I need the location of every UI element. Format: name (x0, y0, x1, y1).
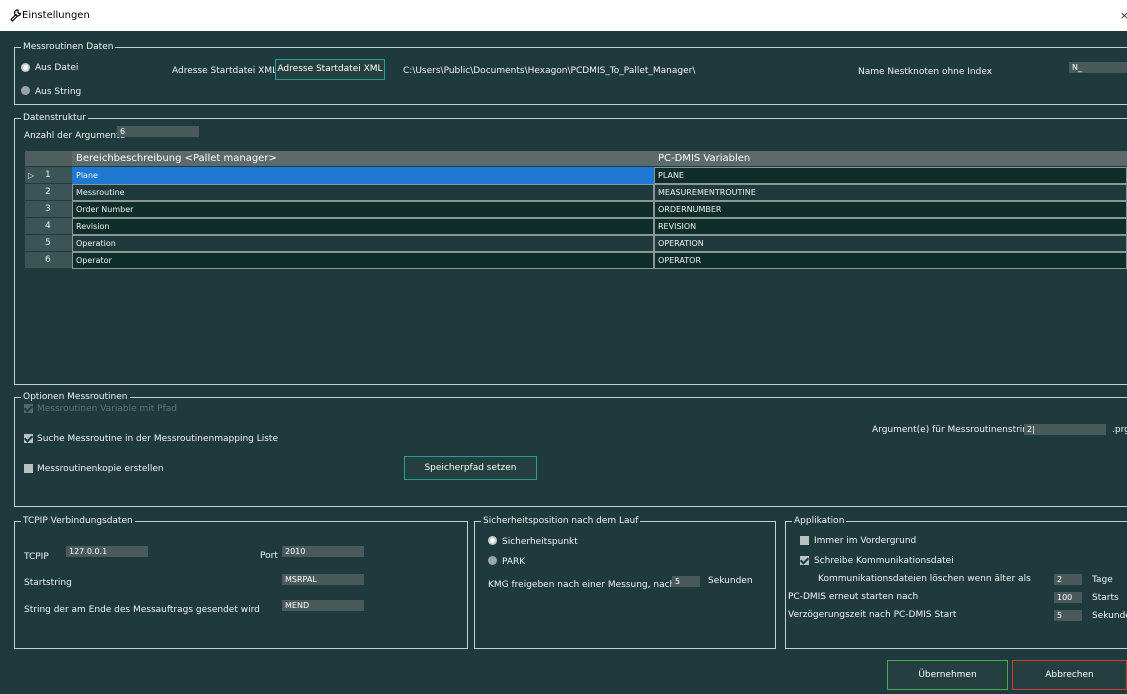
kmg-label: KMG freigeben nach einer Messung, nach (488, 580, 676, 590)
loeschen-unit: Tage (1092, 575, 1113, 585)
group-legend: Datenstruktur (21, 112, 88, 124)
checkbox-vordergrund-label: Immer im Vordergrund (814, 536, 917, 546)
radio-sicherheitspunkt[interactable] (488, 536, 497, 545)
row-header[interactable]: 3 (25, 201, 72, 218)
radio-aus-string-label: Aus String (35, 87, 82, 97)
endstring-label: String der am Ende des Messauftrags gese… (24, 605, 260, 615)
column-header-bereich[interactable]: Bereichbeschreibung <Pallet manager> (72, 151, 654, 166)
cell-desc[interactable]: Order Number (72, 201, 654, 218)
kmg-input[interactable]: 5 (672, 576, 700, 587)
neustart-input[interactable]: 100 (1054, 592, 1082, 603)
argument-input[interactable]: 2| (1024, 424, 1106, 435)
group-legend: TCPIP Verbindungsdaten (21, 515, 135, 527)
tcpip-input[interactable]: 127.0.0.1 (66, 546, 148, 557)
row-pointer-icon: ▷ (28, 171, 35, 180)
table-row[interactable]: 5 Operation OPERATION (25, 235, 1127, 252)
port-label: Port (260, 551, 278, 561)
table-row[interactable]: 2 Messroutine MEASUREMENTROUTINE (25, 184, 1127, 201)
verzoegerung-unit: Sekunden (1092, 611, 1127, 621)
row-header[interactable]: 5 (25, 235, 72, 252)
anzahl-label: Anzahl der Argumente (24, 131, 126, 141)
abbrechen-button[interactable]: Abbrechen (1012, 660, 1127, 690)
cell-desc[interactable]: Plane (72, 167, 654, 184)
verzoegerung-label: Verzögerungszeit nach PC-DMIS Start (788, 610, 957, 620)
checkbox-suche-mapping[interactable] (24, 434, 33, 443)
startstring-label: Startstring (24, 578, 72, 588)
group-legend: Messroutinen Daten (21, 41, 116, 53)
radio-sicherheitspunkt-label: Sicherheitspunkt (502, 537, 578, 547)
group-legend: Sicherheitsposition nach dem Lauf (481, 515, 641, 527)
window-title: Einstellungen (22, 10, 90, 21)
row-header[interactable]: 6 (25, 252, 72, 269)
cell-var[interactable]: OPERATOR (654, 252, 1127, 269)
cell-desc[interactable]: Operation (72, 235, 654, 252)
path-text: C:\Users\Public\Documents\Hexagon\PCDMIS… (403, 66, 696, 76)
table-row[interactable]: 3 Order Number ORDERNUMBER (25, 201, 1127, 218)
startstring-input[interactable]: MSRPAL (282, 574, 364, 585)
cell-var[interactable]: MEASUREMENTROUTINE (654, 184, 1127, 201)
radio-aus-datei-label: Aus Datei (35, 63, 79, 73)
radio-park-label: PARK (502, 557, 526, 567)
checkbox-kopie-label: Messroutinenkopie erstellen (37, 464, 164, 474)
table-row[interactable]: 6 Operator OPERATOR (25, 252, 1127, 269)
checkbox-kopie[interactable] (24, 464, 33, 473)
title-bar: Einstellungen × (0, 0, 1127, 31)
kmg-unit: Sekunden (708, 576, 753, 586)
loeschen-label: Kommunikationsdateien löschen wenn älter… (818, 574, 1031, 584)
checkbox-suche-mapping-label: Suche Messroutine in der Messroutinenmap… (37, 434, 278, 444)
cell-desc[interactable]: Operator (72, 252, 654, 269)
cell-desc[interactable]: Revision (72, 218, 654, 235)
optionen-group: Optionen Messroutinen (14, 391, 1127, 507)
table-row[interactable]: 4 Revision REVISION (25, 218, 1127, 235)
cell-var[interactable]: PLANE (654, 167, 1127, 184)
wrench-icon (10, 9, 22, 22)
argument-table: Bereichbeschreibung <Pallet manager> PC-… (25, 151, 1127, 272)
table-row[interactable]: ▷ 1 Plane PLANE (25, 167, 1127, 184)
checkbox-kommunikationsdatei[interactable] (800, 556, 809, 565)
checkbox-vordergrund[interactable] (800, 536, 809, 545)
verzoegerung-input[interactable]: 5 (1054, 610, 1082, 621)
row-header[interactable]: 4 (25, 218, 72, 235)
close-icon[interactable]: × (1120, 9, 1127, 22)
row-header[interactable]: ▷ 1 (25, 167, 72, 184)
group-legend: Optionen Messroutinen (21, 391, 130, 403)
group-legend: Applikation (792, 515, 847, 527)
prg-extension: .prg (1112, 425, 1127, 435)
adresse-startdatei-button[interactable]: Adresse Startdatei XML (275, 59, 385, 80)
tcpip-label: TCPIP (24, 552, 49, 562)
radio-park[interactable] (488, 556, 497, 565)
cell-var[interactable]: OPERATION (654, 235, 1127, 252)
neustart-unit: Starts (1092, 593, 1119, 603)
endstring-input[interactable]: MEND (282, 600, 364, 611)
table-corner (25, 151, 72, 166)
checkbox-variable-mit-pfad[interactable] (24, 404, 33, 413)
tcpip-group: TCPIP Verbindungsdaten (14, 515, 468, 649)
nestknoten-input[interactable]: N_ (1069, 62, 1127, 73)
checkbox-variable-mit-pfad-label: Messroutinen Variable mit Pfad (37, 404, 178, 414)
cell-var[interactable]: ORDERNUMBER (654, 201, 1127, 218)
uebernehmen-button[interactable]: Übernehmen (887, 660, 1008, 690)
port-input[interactable]: 2010 (282, 546, 364, 557)
loeschen-input[interactable]: 2 (1054, 574, 1082, 585)
neustart-label: PC-DMIS erneut starten nach (788, 592, 919, 602)
column-header-variablen[interactable]: PC-DMIS Variablen (654, 151, 1127, 166)
adresse-label: Adresse Startdatei XML (172, 66, 278, 76)
radio-aus-string[interactable] (21, 86, 30, 95)
radio-aus-datei[interactable] (21, 63, 30, 72)
cell-var[interactable]: REVISION (654, 218, 1127, 235)
nestknoten-label: Name Nestknoten ohne Index (858, 67, 993, 77)
cell-desc[interactable]: Messroutine (72, 184, 654, 201)
anzahl-input[interactable]: 6 (117, 126, 199, 137)
argument-label: Argument(e) für Messroutinenstring (872, 425, 1034, 435)
checkbox-kommunikationsdatei-label: Schreibe Kommunikationsdatei (814, 556, 954, 566)
row-header[interactable]: 2 (25, 184, 72, 201)
speicherpfad-button[interactable]: Speicherpfad setzen (404, 456, 537, 480)
